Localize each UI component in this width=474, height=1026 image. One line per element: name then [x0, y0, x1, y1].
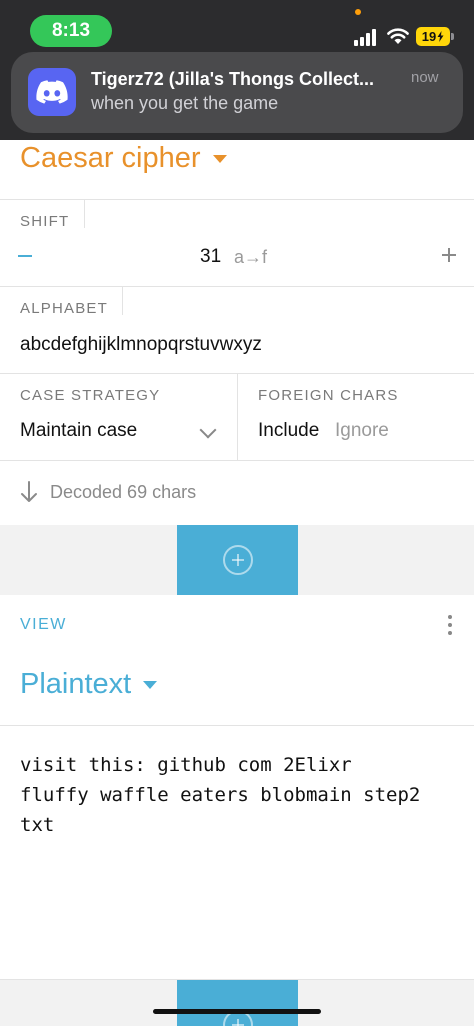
divider — [237, 374, 238, 460]
charging-bolt-icon — [437, 31, 444, 42]
divider — [84, 200, 85, 228]
view-format-title: Plaintext — [20, 668, 132, 700]
status-time[interactable]: 8:13 — [30, 15, 112, 47]
divider — [0, 460, 474, 461]
home-indicator[interactable] — [153, 1009, 321, 1014]
battery-cap — [451, 33, 454, 40]
wifi-icon — [387, 28, 409, 44]
add-operation-button[interactable] — [177, 525, 298, 595]
add-operation-button-bottom[interactable] — [177, 980, 298, 1026]
privacy-indicator-dot — [355, 9, 361, 15]
add-circle-icon — [222, 545, 253, 575]
cipher-type-dropdown[interactable]: Caesar cipher — [20, 142, 227, 175]
battery-icon: 19 — [416, 27, 450, 46]
foreign-chars-ignore-option[interactable]: Ignore — [335, 420, 389, 442]
notification-time: now — [411, 69, 439, 86]
notification-body: when you get the game — [91, 93, 279, 113]
arrow-down-icon — [21, 481, 37, 502]
battery-level: 19 — [421, 29, 437, 44]
divider — [0, 725, 474, 726]
more-options-icon[interactable] — [447, 615, 453, 637]
discord-notification[interactable]: Tigerz72 (Jilla's Thongs Collect... when… — [11, 52, 463, 133]
shift-mapping: a→f — [234, 247, 268, 267]
caret-down-icon — [212, 154, 227, 163]
discord-icon — [28, 68, 76, 116]
case-strategy-label: CASE STRATEGY — [20, 387, 161, 404]
divider — [0, 199, 474, 200]
divider — [0, 286, 474, 287]
shift-decrement-button[interactable] — [18, 244, 36, 268]
divider — [122, 287, 123, 315]
case-strategy-select[interactable]: Maintain case — [20, 420, 137, 442]
caret-down-icon — [143, 680, 158, 689]
shift-label: SHIFT — [20, 213, 70, 230]
foreign-chars-label: FOREIGN CHARS — [258, 387, 399, 404]
plus-icon-vertical — [448, 248, 450, 262]
shift-value[interactable]: 31 — [200, 246, 221, 268]
cipher-title: Caesar cipher — [20, 142, 201, 174]
foreign-chars-include-option[interactable]: Include — [258, 420, 319, 442]
view-label: VIEW — [20, 616, 67, 633]
minus-icon — [18, 254, 32, 258]
view-format-dropdown[interactable]: Plaintext — [20, 668, 158, 701]
cipher-card — [0, 140, 474, 525]
status-bar: 8:13 19 — [0, 0, 474, 52]
shift-increment-button[interactable] — [440, 246, 458, 264]
decode-status-text: Decoded 69 chars — [50, 481, 197, 502]
notification-title: Tigerz72 (Jilla's Thongs Collect... — [91, 69, 375, 89]
plaintext-output[interactable]: visit this: github com 2Elixr fluffy waf… — [20, 750, 460, 840]
decode-status: Decoded 69 chars — [20, 481, 196, 503]
alphabet-input[interactable]: abcdefghijklmnopqrstuvwxyz — [20, 334, 262, 356]
alphabet-label: ALPHABET — [20, 300, 108, 317]
cellular-signal-icon — [354, 28, 380, 46]
